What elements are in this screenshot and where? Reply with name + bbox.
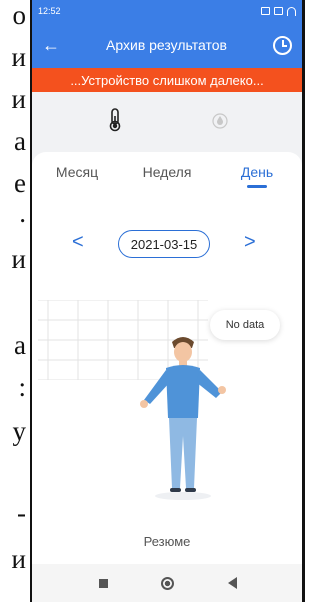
summary-heading: Резюме	[143, 534, 191, 549]
date-navigator: < 2021-03-15 >	[32, 228, 302, 262]
back-arrow-icon[interactable]: ←	[42, 36, 60, 54]
strip-glyph: и	[11, 42, 26, 72]
strip-glyph: -	[17, 498, 26, 528]
strip-glyph: .	[19, 198, 26, 228]
system-nav-bar	[32, 564, 302, 602]
warning-text: ...Устройство слишком далеко...	[70, 72, 264, 88]
strip-glyph: и	[11, 544, 26, 574]
status-bar: 12:52	[32, 0, 302, 22]
date-picker[interactable]: 2021-03-15	[118, 230, 210, 258]
strip-glyph: у	[12, 416, 27, 446]
tab-week[interactable]: Неделя	[122, 158, 212, 194]
home-icon[interactable]	[161, 576, 175, 590]
shrugging-person-illustration	[140, 337, 226, 500]
tab-day[interactable]: День	[212, 158, 302, 194]
history-clock-icon[interactable]	[272, 35, 292, 55]
phone-screen: 12:52 ← Архив результатов ...Устройство …	[30, 0, 302, 602]
wifi-icon	[287, 6, 296, 16]
strip-glyph: и	[11, 84, 26, 114]
strip-glyph: и	[11, 244, 26, 274]
bluetooth-icon	[261, 7, 270, 15]
page-title: Архив результатов	[106, 37, 227, 53]
status-time: 12:52	[38, 6, 61, 16]
warning-banner: ...Устройство слишком далеко...	[32, 68, 302, 92]
strip-glyph: е	[14, 168, 26, 198]
results-card: Месяц Неделя День < 2021-03-15 > No data…	[32, 152, 302, 602]
thermometer-icon[interactable]	[100, 105, 130, 135]
app-bar: ← Архив результатов	[32, 22, 302, 68]
humidity-drop-icon[interactable]	[205, 105, 235, 135]
no-data-bubble: No data	[210, 310, 280, 340]
date-value: 2021-03-15	[130, 236, 198, 252]
recents-icon[interactable]	[98, 578, 108, 588]
tab-month[interactable]: Месяц	[32, 158, 122, 194]
strip-glyph: :	[18, 372, 26, 402]
frame-edge	[302, 0, 305, 602]
chevron-right-icon[interactable]: >	[244, 232, 256, 252]
no-data-text: No data	[225, 319, 265, 331]
sensor-selector	[32, 92, 302, 148]
cropped-document-strip: о и и а е . и а : у - и	[0, 0, 30, 602]
back-icon[interactable]	[228, 577, 238, 589]
signal-icon	[274, 7, 283, 15]
chevron-left-icon[interactable]: <	[72, 232, 84, 252]
strip-glyph: а	[14, 126, 26, 156]
strip-glyph: о	[12, 0, 27, 30]
period-tabs: Месяц Неделя День	[32, 158, 302, 194]
status-icons	[261, 6, 296, 16]
strip-glyph: а	[14, 330, 26, 360]
